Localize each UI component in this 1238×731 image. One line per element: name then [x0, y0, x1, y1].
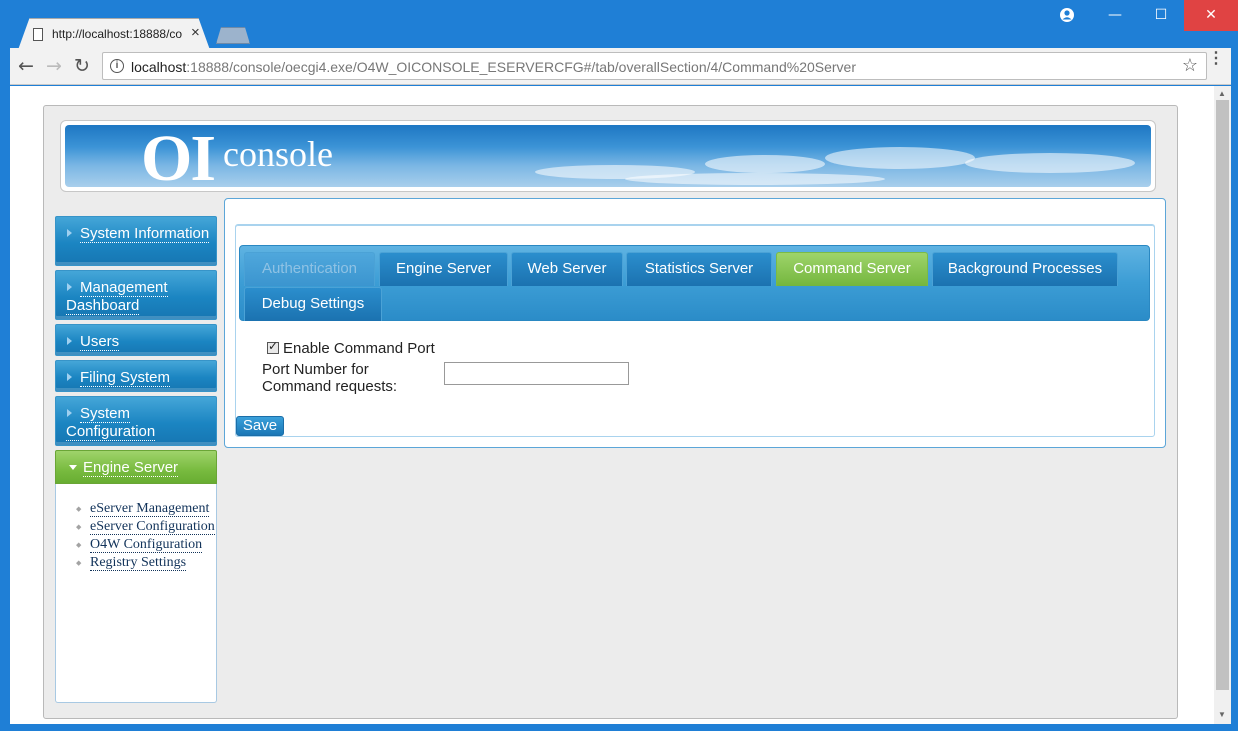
window-frame-left [0, 48, 10, 731]
caret-right-icon [67, 373, 72, 381]
sidebar-item-label: Users [80, 333, 120, 351]
caret-right-icon [67, 337, 72, 345]
page-viewport: OI console System Information Management… [10, 86, 1214, 724]
caret-right-icon [67, 409, 72, 417]
settings-tab-bar: Authentication Engine Server Web Server … [239, 245, 1150, 321]
logo-oi: OI [141, 125, 216, 187]
tab-debug-settings[interactable]: Debug Settings [244, 287, 382, 321]
sidebar-item-management-dashboard[interactable]: Management Dashboard [55, 270, 217, 320]
url-host: localhost [131, 59, 187, 75]
enable-command-port-checkbox[interactable] [267, 339, 279, 354]
close-window-button[interactable]: ✕ [1184, 0, 1238, 31]
sidebar-item-label: Engine Server [83, 459, 179, 477]
tab-command-server[interactable]: Command Server [776, 252, 928, 286]
sidebar-item-label: System Configuration [66, 405, 156, 441]
caret-down-icon [69, 465, 77, 470]
address-url[interactable]: localhost:18888/console/oecgi4.exe/O4W_O… [131, 59, 856, 75]
tab-authentication: Authentication [244, 252, 375, 286]
window-frame-right [1231, 48, 1238, 731]
cloud-shape [965, 153, 1135, 173]
sidebar-item-label: Filing System [80, 369, 171, 387]
url-path: :18888/console/oecgi4.exe/O4W_OICONSOLE_… [186, 59, 857, 75]
submenu-item-o4w-configuration[interactable]: O4W Configuration [76, 536, 216, 554]
port-number-input[interactable] [444, 362, 629, 385]
banner-image: OI console [65, 125, 1151, 187]
enable-command-port-row[interactable]: Enable Command Port [267, 339, 435, 357]
minimize-button[interactable]: — [1092, 0, 1138, 31]
cloud-shape [705, 155, 825, 173]
logo-console: console [223, 134, 333, 174]
browser-toolbar: ← → ↻ i localhost:18888/console/oecgi4.e… [10, 48, 1231, 85]
port-number-label: Port Number for Command requests: [262, 361, 398, 395]
page-icon [33, 28, 43, 41]
command-server-form: Enable Command Port Port Number for Comm… [239, 321, 1150, 411]
site-info-icon[interactable]: i [110, 59, 124, 73]
tab-engine-server[interactable]: Engine Server [379, 252, 508, 286]
forward-button[interactable]: → [42, 54, 66, 78]
console-panel: OI console System Information Management… [43, 105, 1178, 719]
submenu-link[interactable]: eServer Configuration [90, 519, 215, 535]
tab-close-icon[interactable]: × [191, 24, 200, 41]
submenu-item-eserver-management[interactable]: eServer Management [76, 500, 216, 518]
caret-right-icon [67, 283, 72, 291]
cloud-shape [625, 173, 885, 185]
caret-right-icon [67, 229, 72, 237]
tab-statistics-server[interactable]: Statistics Server [626, 252, 772, 286]
browser-tab[interactable]: http://localhost:18888/co × [18, 18, 210, 50]
scroll-up-icon[interactable]: ▲ [1218, 89, 1226, 98]
submenu-link[interactable]: eServer Management [90, 501, 210, 517]
window-frame-bottom [0, 724, 1238, 731]
user-profile-icon[interactable] [1059, 7, 1075, 23]
scroll-down-icon[interactable]: ▼ [1218, 710, 1226, 719]
sidebar-item-filing-system[interactable]: Filing System [55, 360, 217, 392]
sidebar-item-system-information[interactable]: System Information [55, 216, 217, 266]
sidebar-item-users[interactable]: Users [55, 324, 217, 356]
reload-button[interactable]: ↻ [70, 54, 94, 78]
header-banner: OI console [60, 120, 1156, 192]
cloud-shape [825, 147, 975, 169]
browser-menu-icon[interactable]: ⋮ [1208, 51, 1224, 67]
tab-background-processes[interactable]: Background Processes [932, 252, 1118, 286]
submenu-link[interactable]: O4W Configuration [90, 537, 203, 553]
submenu-item-eserver-configuration[interactable]: eServer Configuration [76, 518, 216, 536]
sidebar-item-system-configuration[interactable]: System Configuration [55, 396, 217, 446]
scrollbar-thumb[interactable] [1216, 100, 1229, 690]
save-button[interactable]: Save [236, 416, 284, 436]
main-content: Authentication Engine Server Web Server … [224, 198, 1166, 448]
back-button[interactable]: ← [14, 54, 38, 78]
tab-web-server[interactable]: Web Server [511, 252, 623, 286]
sidebar-item-label: System Information [80, 225, 210, 243]
browser-tab-title: http://localhost:18888/co [52, 27, 183, 41]
sidebar-item-engine-server[interactable]: Engine Server [55, 450, 217, 484]
address-bar[interactable]: i localhost:18888/console/oecgi4.exe/O4W… [102, 52, 1207, 80]
sidebar-item-label: Management Dashboard [66, 279, 168, 315]
submenu-item-registry-settings[interactable]: Registry Settings [76, 554, 216, 572]
submenu-link[interactable]: Registry Settings [90, 555, 187, 571]
enable-command-port-label: Enable Command Port [283, 340, 435, 357]
page-scrollbar[interactable]: ▲ ▼ [1214, 86, 1231, 724]
engine-server-submenu: eServer Management eServer Configuration… [55, 484, 217, 703]
bookmark-star-icon[interactable]: ☆ [1182, 55, 1198, 76]
new-tab-button[interactable] [216, 27, 250, 44]
maximize-button[interactable]: ☐ [1138, 0, 1184, 31]
